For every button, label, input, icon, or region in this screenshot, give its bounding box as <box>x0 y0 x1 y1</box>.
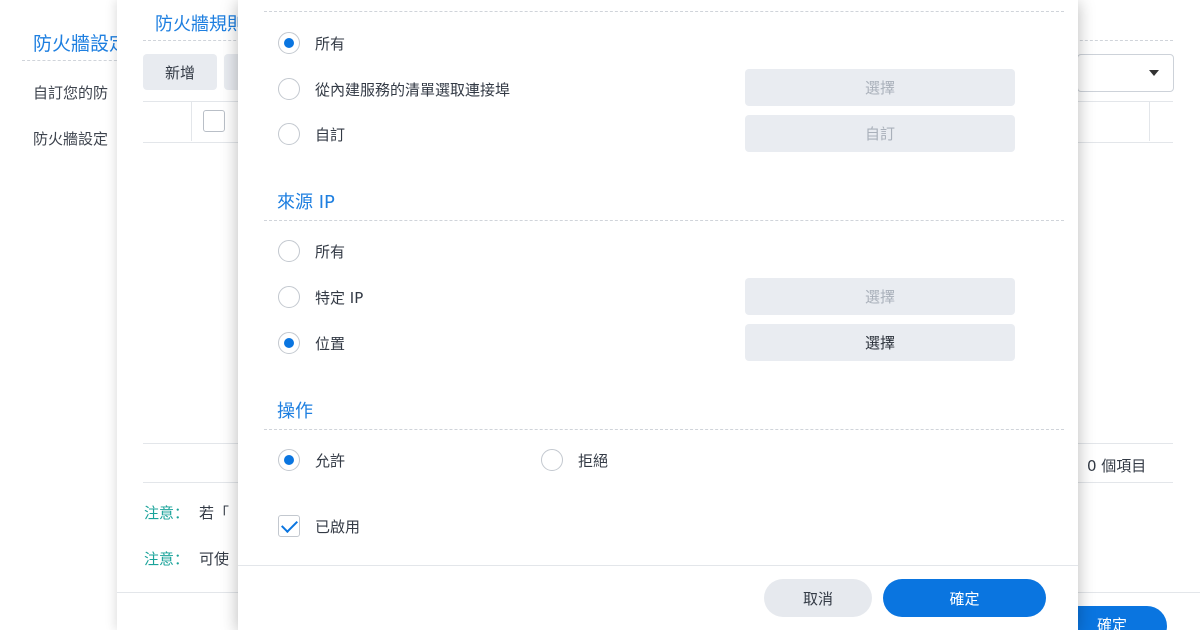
enabled-checkbox-row[interactable]: 已啟用 <box>278 515 360 537</box>
ports-section-divider <box>264 11 1064 12</box>
chevron-down-icon <box>1149 70 1159 76</box>
column-divider <box>1149 101 1150 141</box>
action-divider <box>264 429 1064 430</box>
rules-window-title: 防火牆規則 <box>155 14 245 35</box>
note-label: 注意： <box>144 504 190 522</box>
confirm-button[interactable]: 確定 <box>883 579 1046 617</box>
radio-button[interactable] <box>278 449 300 471</box>
radio-button[interactable] <box>541 449 563 471</box>
select-builtin-ports-button[interactable]: 選擇 <box>745 69 1015 106</box>
radio-label: 拒絕 <box>578 451 609 470</box>
custom-ports-button[interactable]: 自訂 <box>745 115 1015 152</box>
item-count: 0 個項目 <box>1087 457 1147 475</box>
radio-ports-custom[interactable]: 自訂 <box>278 123 345 145</box>
radio-button[interactable] <box>278 32 300 54</box>
source-ip-title: 來源 IP <box>277 192 335 213</box>
radio-label: 從內建服務的清單選取連接埠 <box>315 80 511 99</box>
select-all-checkbox[interactable] <box>203 110 225 132</box>
enabled-checkbox[interactable] <box>278 515 300 537</box>
checkmark-icon <box>281 516 298 533</box>
radio-button[interactable] <box>278 240 300 262</box>
radio-source-location[interactable]: 位置 <box>278 332 345 354</box>
add-rule-button[interactable]: 新增 <box>143 54 217 90</box>
radio-button[interactable] <box>278 123 300 145</box>
cancel-button[interactable]: 取消 <box>764 579 872 617</box>
radio-source-all[interactable]: 所有 <box>278 240 345 262</box>
radio-button[interactable] <box>278 332 300 354</box>
radio-label: 位置 <box>315 334 346 353</box>
enabled-label: 已啟用 <box>315 517 361 536</box>
rule-profile-select[interactable] <box>1077 54 1174 92</box>
radio-label: 所有 <box>315 242 346 261</box>
dialog-footer-divider <box>238 565 1078 566</box>
note-label: 注意： <box>144 550 190 568</box>
settings-description: 自訂您的防 <box>33 84 109 102</box>
settings-divider <box>22 60 122 61</box>
radio-button[interactable] <box>278 78 300 100</box>
settings-title: 防火牆設定 <box>33 33 129 55</box>
source-ip-divider <box>264 220 1064 221</box>
radio-ports-builtin[interactable]: 從內建服務的清單選取連接埠 <box>278 78 510 100</box>
radio-button[interactable] <box>278 286 300 308</box>
radio-action-deny[interactable]: 拒絕 <box>541 449 608 471</box>
action-title: 操作 <box>277 401 313 422</box>
radio-label: 所有 <box>315 34 346 53</box>
radio-label: 特定 IP <box>315 288 364 307</box>
rule-edit-dialog: 所有 從內建服務的清單選取連接埠 選擇 自訂 自訂 來源 IP 所有 特定 IP… <box>238 0 1078 630</box>
select-specific-ip-button[interactable]: 選擇 <box>745 278 1015 315</box>
column-divider <box>191 101 192 141</box>
radio-source-specific-ip[interactable]: 特定 IP <box>278 286 363 308</box>
note-text: 若「 <box>199 504 230 522</box>
radio-ports-all[interactable]: 所有 <box>278 32 345 54</box>
settings-label: 防火牆設定 <box>33 130 109 148</box>
note-text: 可使 <box>199 550 230 568</box>
note-line: 注意： 若「 <box>144 502 229 523</box>
radio-label: 允許 <box>315 451 346 470</box>
radio-action-allow[interactable]: 允許 <box>278 449 345 471</box>
select-location-button[interactable]: 選擇 <box>745 324 1015 361</box>
note-line: 注意： 可使 <box>144 548 229 569</box>
radio-label: 自訂 <box>315 125 346 144</box>
